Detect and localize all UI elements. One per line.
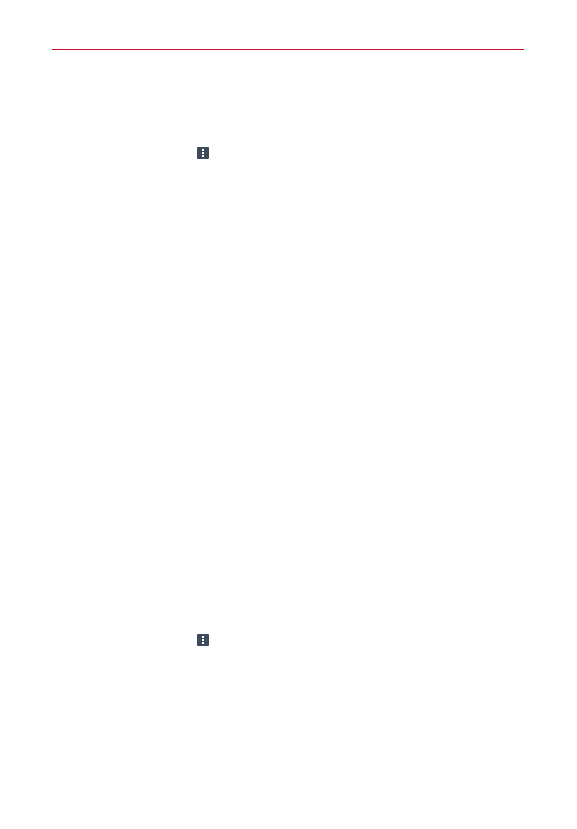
menu-dot (202, 152, 204, 154)
menu-dot (202, 155, 204, 157)
header-rule (52, 49, 524, 50)
menu-dot (202, 642, 204, 644)
menu-dot (202, 149, 204, 151)
more-options-icon (197, 147, 209, 159)
menu-dot (202, 639, 204, 641)
menu-dot (202, 636, 204, 638)
more-options-icon (197, 634, 209, 646)
